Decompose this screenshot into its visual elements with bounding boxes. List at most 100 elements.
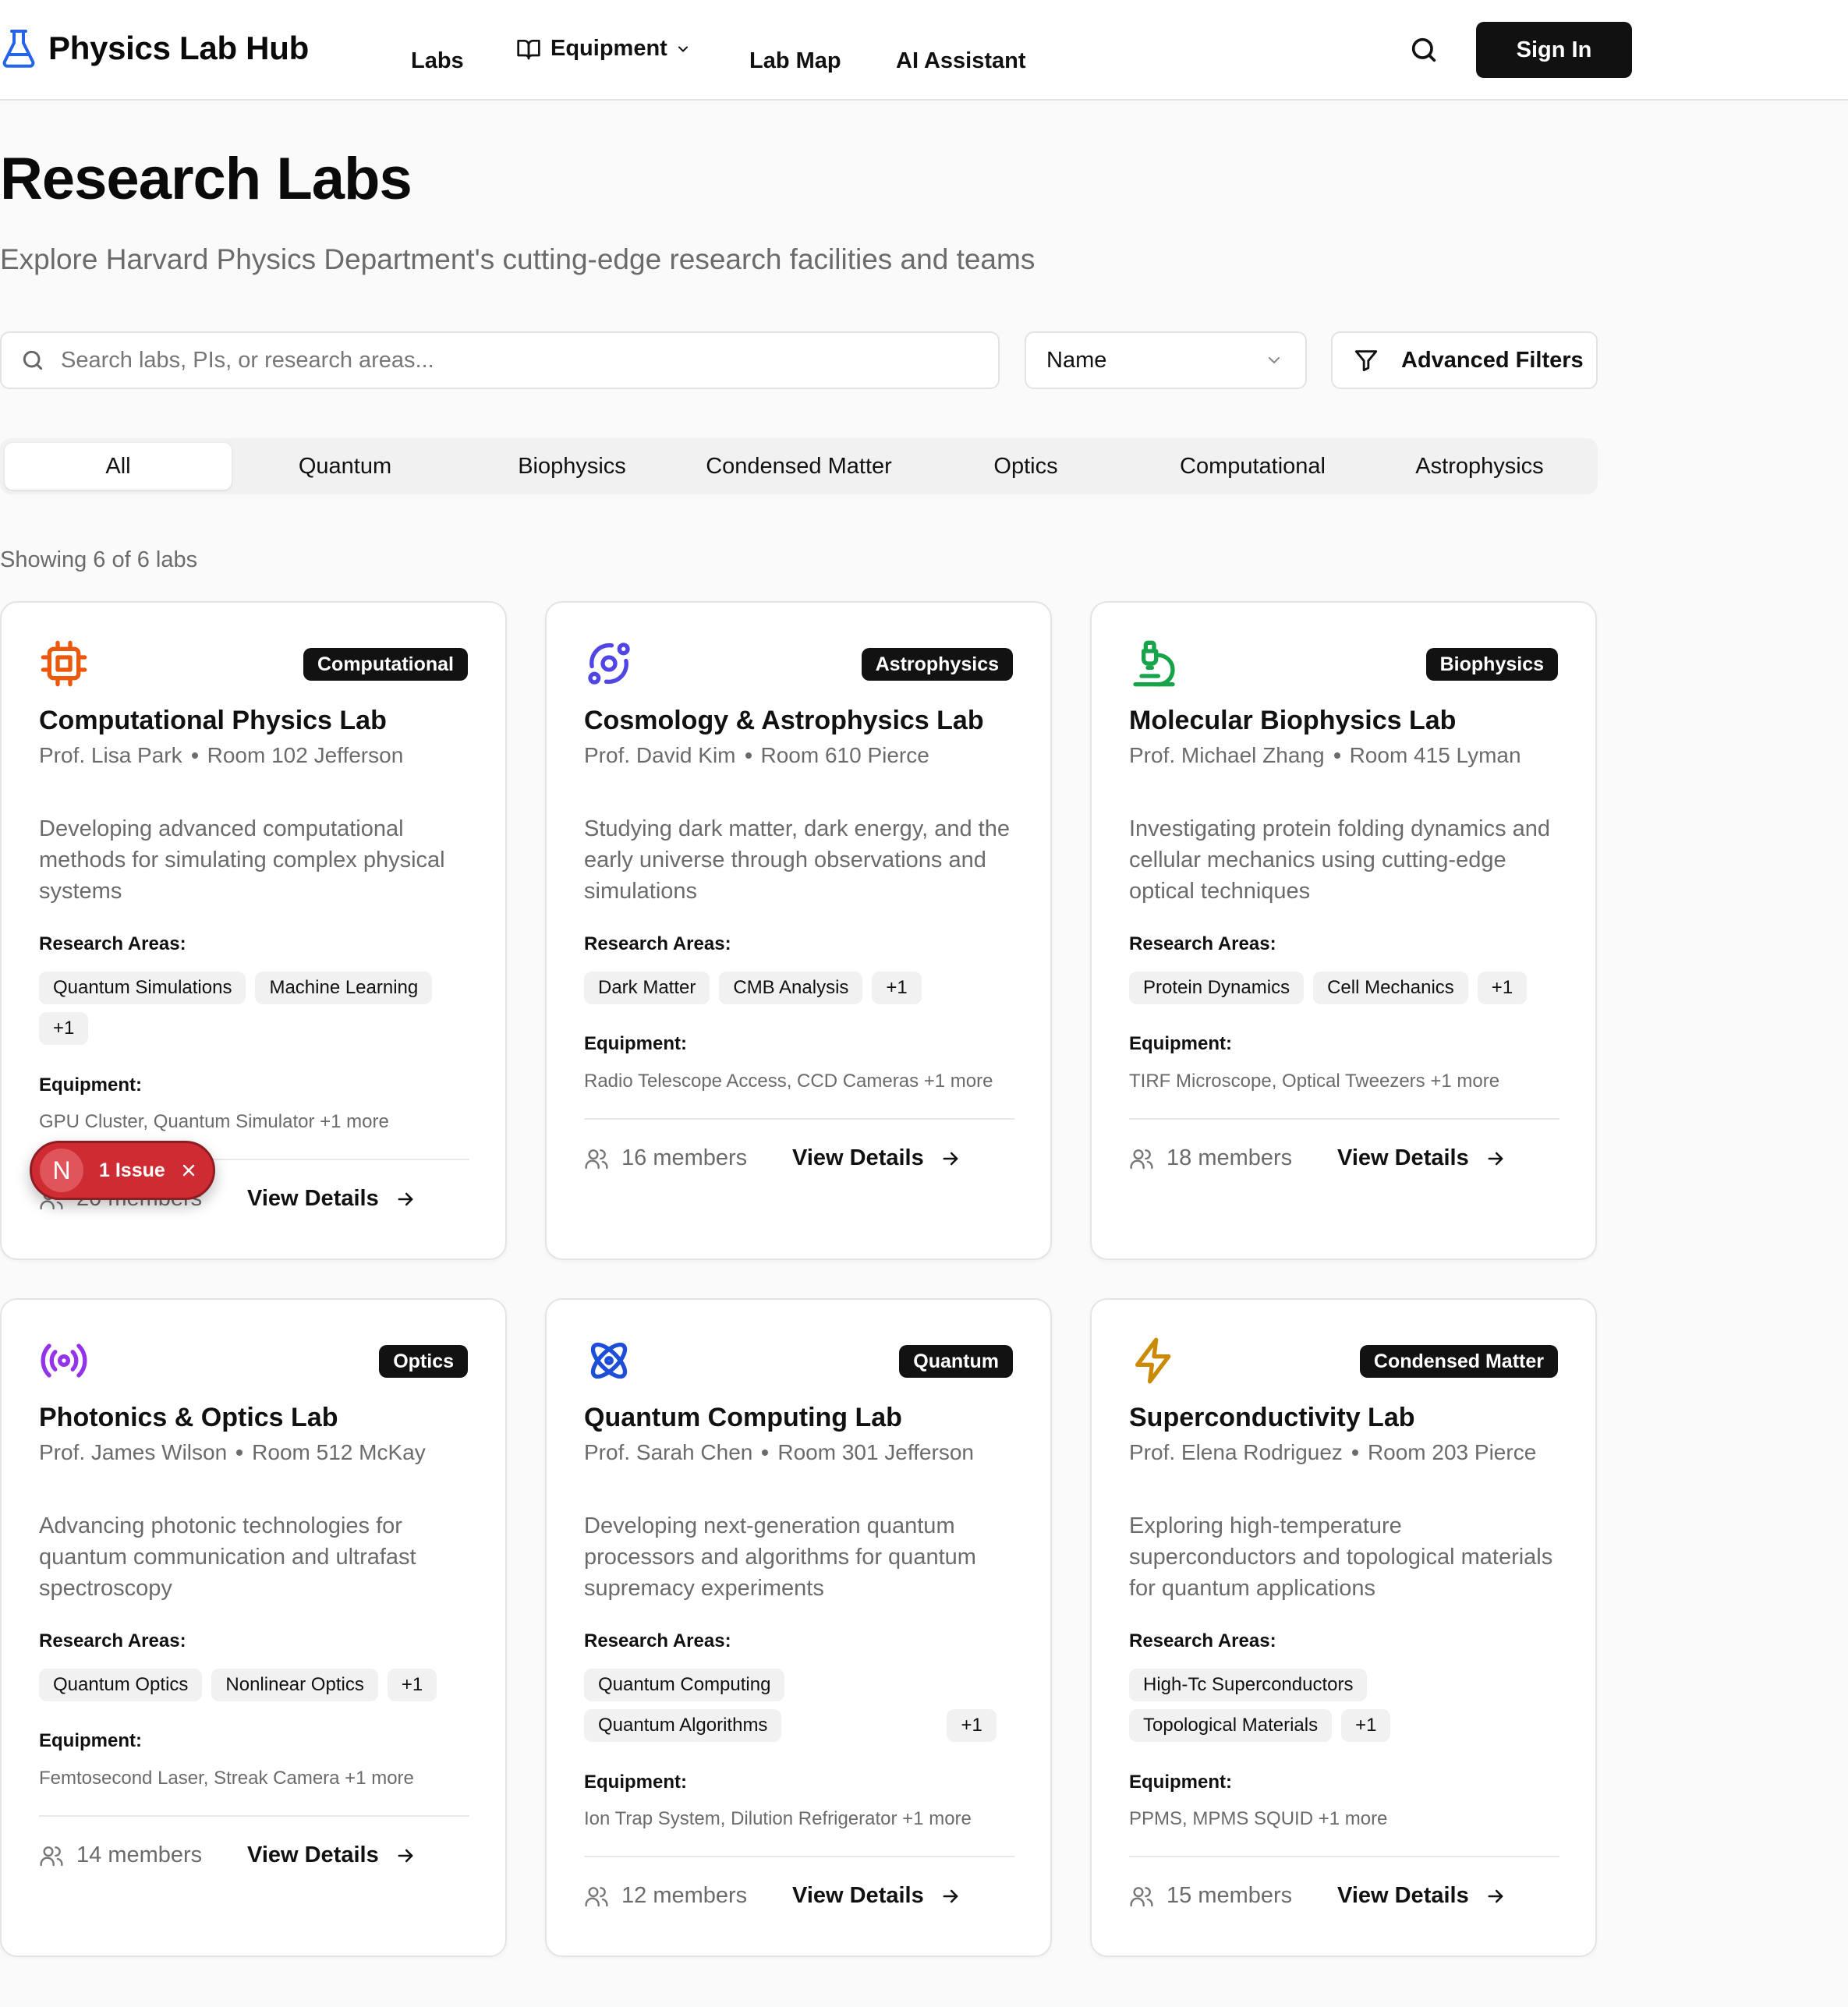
arrow-right-icon [1488,1152,1503,1165]
users-icon [585,1886,608,1906]
equipment-list: Femtosecond Laser, Streak Camera +1 more [39,1768,414,1789]
view-details-link[interactable]: View Details [1337,1883,1506,1909]
lab-description: Exploring high-temperature superconducto… [1129,1513,1553,1601]
lab-card[interactable]: Astrophysics Cosmology & Astrophysics La… [545,601,1052,1260]
research-area-tags: Quantum Simulations Machine Learning +1 [39,972,476,1045]
research-area-tags: Dark Matter CMB Analysis +1 [584,972,1021,1004]
separator-dot [745,752,752,759]
tab-astrophysics[interactable]: Astrophysics [1366,443,1593,490]
members-count: 14 members [39,1842,202,1868]
card-divider [584,1118,1014,1120]
equipment-label: Equipment: [39,1074,142,1096]
nav-lab-map[interactable]: Lab Map [749,48,841,74]
card-divider [1129,1856,1559,1857]
lab-name: Photonics & Optics Lab [39,1403,338,1432]
research-tag: Quantum Optics [39,1669,203,1701]
members-count: 16 members [584,1145,747,1171]
view-details-link[interactable]: View Details [247,1842,416,1868]
category-badge: Condensed Matter [1359,1345,1558,1378]
lab-card[interactable]: Condensed Matter Superconductivity Lab P… [1090,1298,1597,1957]
view-details-link[interactable]: View Details [1337,1145,1506,1171]
separator-dot [1351,1450,1358,1456]
card-divider [39,1815,469,1817]
page-title: Research Labs [0,146,412,212]
page-subtitle: Explore Harvard Physics Department's cut… [0,243,1036,275]
n-logo-icon: N [40,1149,83,1192]
lab-meta: Prof. Lisa Park Room 102 Jefferson [39,743,403,768]
tab-all[interactable]: All [5,443,232,490]
lab-room: Room 610 Pierce [760,743,929,767]
tab-biophysics[interactable]: Biophysics [458,443,685,490]
view-details-link[interactable]: View Details [792,1883,961,1909]
lab-room: Room 512 McKay [252,1440,426,1464]
lab-card[interactable]: Optics Photonics & Optics Lab Prof. Jame… [0,1298,507,1957]
microscope-icon [1133,640,1175,687]
research-areas-label: Research Areas: [584,933,731,954]
equipment-label: Equipment: [1129,1033,1232,1054]
view-details-link[interactable]: View Details [247,1186,416,1212]
tab-optics[interactable]: Optics [912,443,1139,490]
separator-dot [1333,752,1340,759]
orbit-icon [588,642,630,685]
chevron-down-icon [678,46,688,51]
tab-quantum[interactable]: Quantum [232,443,458,490]
results-count: Showing 6 of 6 labs [0,547,198,572]
view-details-link[interactable]: View Details [792,1145,961,1171]
research-tag: Protein Dynamics [1129,972,1305,1004]
research-tag-spacer-anchor: Quantum Algorithms [584,1709,782,1742]
book-open-icon [517,39,540,59]
category-tabs: All Quantum Biophysics Condensed Matter … [0,438,1598,494]
members-text: 16 members [621,1145,748,1170]
research-tag: Machine Learning [255,972,433,1004]
view-details-label: View Details [247,1186,379,1211]
search-input[interactable] [61,347,958,373]
arrow-right-icon [398,1849,413,1862]
nav-ai-assistant[interactable]: AI Assistant [896,48,1026,74]
brand-name: Physics Lab Hub [48,30,309,66]
lab-description: Developing advanced computational method… [39,816,445,904]
search-field[interactable] [0,331,1000,389]
advanced-filters-button[interactable]: Advanced Filters [1331,331,1598,389]
chevron-down-icon [1269,357,1280,363]
close-icon[interactable] [179,1161,198,1180]
issues-indicator[interactable]: N 1 Issue [30,1141,215,1200]
members-text: 15 members [1167,1883,1293,1908]
sign-in-button[interactable]: Sign In [1476,22,1632,78]
brand[interactable]: Physics Lab Hub [0,28,309,69]
arrow-right-icon [1488,1889,1503,1903]
view-details-label: View Details [792,1145,924,1170]
tab-computational[interactable]: Computational [1139,443,1366,490]
nav-labs[interactable]: Labs [411,48,464,74]
research-tag-more: +1 [872,972,922,1004]
zap-icon [1135,1337,1171,1384]
research-tag: Nonlinear Optics [211,1669,378,1701]
category-badge: Astrophysics [861,648,1013,681]
tab-condensed-matter[interactable]: Condensed Matter [685,443,912,490]
view-details-label: View Details [247,1842,379,1867]
research-tag-more: +1 [947,1709,997,1742]
filter-icon [1354,350,1378,372]
category-badge: Quantum [899,1345,1013,1378]
research-tag-more: +1 [1341,1709,1391,1742]
sort-select[interactable]: Name [1025,331,1307,389]
research-areas-label: Research Areas: [39,933,186,954]
arrow-right-icon [943,1889,958,1903]
research-area-tags: Quantum Optics Nonlinear Optics +1 [39,1669,476,1701]
nav-equipment[interactable]: Equipment [516,36,691,62]
users-icon [1130,1886,1153,1906]
search-icon[interactable] [1408,34,1439,65]
research-tag-more: +1 [387,1669,437,1701]
lab-description: Investigating protein folding dynamics a… [1129,816,1551,904]
view-details-label: View Details [792,1883,924,1908]
lab-pi: Prof. Sarah Chen [584,1440,753,1464]
lab-card[interactable]: Quantum Quantum Computing Lab Prof. Sara… [545,1298,1052,1957]
cpu-icon [41,640,87,687]
lab-description: Studying dark matter, dark energy, and t… [584,816,1010,904]
lab-meta: Prof. Elena Rodriguez Room 203 Pierce [1129,1440,1536,1465]
lab-room: Room 301 Jefferson [777,1440,974,1464]
research-tag: Topological Materials [1129,1709,1333,1742]
lab-card[interactable]: Biophysics Molecular Biophysics Lab Prof… [1090,601,1597,1260]
users-icon [585,1149,608,1169]
members-text: 12 members [621,1883,748,1908]
research-areas-label: Research Areas: [39,1630,186,1651]
